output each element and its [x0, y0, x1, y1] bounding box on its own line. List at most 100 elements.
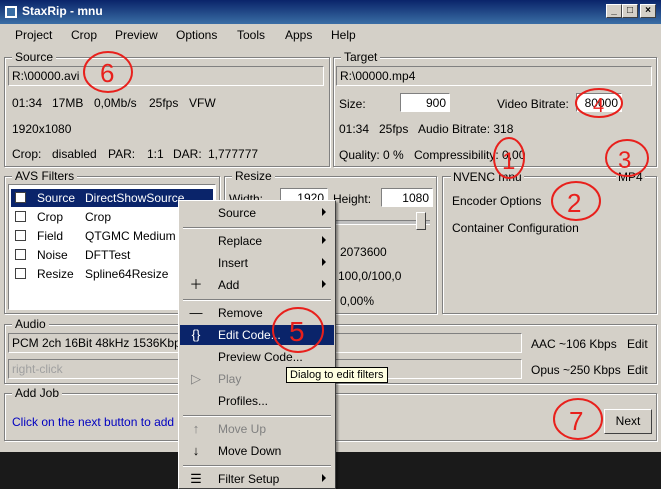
- filter-checkbox[interactable]: [15, 230, 26, 241]
- source-crop-value: disabled: [52, 147, 97, 161]
- menu-item-replace-label: Replace: [218, 234, 263, 248]
- app-icon: [4, 5, 18, 19]
- menu-project[interactable]: Project: [15, 28, 52, 42]
- minus-icon: —: [189, 305, 203, 320]
- submenu-arrow-icon: [322, 208, 326, 216]
- source-path-field[interactable]: R:\00000.avi: [8, 66, 324, 86]
- filter-checkbox[interactable]: ✓: [15, 192, 26, 203]
- menu-separator: [183, 465, 331, 467]
- quality-text: Quality: 0 %: [339, 148, 404, 162]
- source-crop-label: Crop:: [12, 147, 42, 161]
- source-duration: 01:34: [12, 96, 43, 110]
- container-name[interactable]: MP4: [616, 170, 645, 184]
- source-size: 17MB: [52, 96, 84, 110]
- menu-item-remove-label: Remove: [218, 306, 263, 320]
- filter-category: Noise: [37, 248, 68, 262]
- maximize-button[interactable]: □: [622, 4, 638, 18]
- minimize-button[interactable]: _: [606, 4, 622, 18]
- audio-bitrate-text: Audio Bitrate: 318: [418, 122, 514, 136]
- menu-item-insert-label: Insert: [218, 256, 249, 270]
- filter-context-menu: Source Replace Insert ＋ Add — Remove {} …: [178, 200, 336, 489]
- menu-item-edit-code-label: Edit Code...: [218, 328, 281, 342]
- menu-tools[interactable]: Tools: [237, 28, 265, 42]
- resize-height-label: Height:: [333, 192, 372, 206]
- filter-category: Crop: [37, 210, 64, 224]
- target-size-input[interactable]: 900: [400, 93, 450, 112]
- source-dar-value: 1,777777: [208, 147, 259, 161]
- add-job-hint: Click on the next button to add: [12, 415, 175, 429]
- avs-filters-label: AVS Filters: [12, 169, 78, 183]
- container-config-link[interactable]: Container Configuration: [452, 221, 579, 235]
- menu-item-edit-code[interactable]: {} Edit Code...: [180, 325, 334, 345]
- encoder-name[interactable]: NVENC mnu: [451, 170, 524, 184]
- video-bitrate-label: Video Bitrate:: [497, 97, 569, 111]
- filter-name: Spline64Resize: [85, 267, 169, 281]
- resize-slider-thumb[interactable]: [416, 212, 426, 230]
- filter-category: Source: [37, 191, 76, 205]
- target-fps: 25fps: [379, 122, 409, 136]
- audio-track2-codec[interactable]: Opus ~250 Kbps: [531, 363, 621, 377]
- menu-item-profiles[interactable]: Profiles...: [180, 391, 334, 411]
- menu-item-preview-code-label: Preview Code...: [218, 350, 303, 364]
- source-group-label: Source: [12, 50, 57, 64]
- submenu-arrow-icon: [322, 236, 326, 244]
- source-bitrate: 0,0Mb/s: [94, 96, 137, 110]
- video-bitrate-input[interactable]: 80000: [576, 93, 622, 112]
- menu-preview[interactable]: Preview: [115, 28, 158, 42]
- menu-item-move-down-label: Move Down: [218, 444, 282, 458]
- filter-name: QTGMC Medium: [85, 229, 176, 243]
- resize-group-label: Resize: [232, 169, 275, 183]
- menu-crop[interactable]: Crop: [71, 28, 97, 42]
- resize-height-input[interactable]: 1080: [381, 188, 433, 207]
- filter-name: Crop: [85, 210, 112, 224]
- filter-category: Resize: [37, 267, 74, 281]
- resize-error: 0,00%: [340, 294, 375, 308]
- menu-item-insert[interactable]: Insert: [180, 253, 334, 273]
- source-par-value: 1:1: [147, 147, 164, 161]
- menu-options[interactable]: Options: [176, 28, 217, 42]
- menu-item-move-up-label: Move Up: [218, 422, 267, 436]
- source-par-label: PAR:: [108, 147, 136, 161]
- filter-category: Field: [37, 229, 64, 243]
- source-fps: 25fps: [149, 96, 179, 110]
- filter-checkbox[interactable]: [15, 268, 26, 279]
- menu-item-source[interactable]: Source: [180, 203, 334, 223]
- menu-item-add[interactable]: ＋ Add: [180, 275, 334, 295]
- menu-item-move-up: ↑ Move Up: [180, 419, 334, 439]
- encoder-options-link[interactable]: Encoder Options: [452, 194, 541, 208]
- audio-track2-edit[interactable]: Edit: [627, 363, 648, 377]
- list-icon: ☰: [190, 471, 202, 486]
- resize-zoom: 100,0/100,0: [338, 269, 402, 283]
- audio-track1-codec[interactable]: AAC ~106 Kbps: [531, 337, 617, 351]
- plus-icon: ＋: [189, 277, 203, 292]
- arrow-up-icon: ↑: [192, 421, 200, 436]
- menu-item-move-down[interactable]: ↓ Move Down: [180, 441, 334, 461]
- resize-pixels: 2073600: [340, 245, 387, 259]
- menu-item-remove[interactable]: — Remove: [180, 303, 334, 323]
- audio-track1-edit[interactable]: Edit: [627, 337, 648, 351]
- source-resolution: 1920x1080: [12, 122, 72, 136]
- menu-item-preview-code[interactable]: Preview Code...: [180, 347, 334, 367]
- menu-help[interactable]: Help: [331, 28, 356, 42]
- menu-separator: [183, 415, 331, 417]
- submenu-arrow-icon: [322, 258, 326, 266]
- menu-item-profiles-label: Profiles...: [218, 394, 269, 408]
- menu-item-filter-setup[interactable]: ☰ Filter Setup: [180, 469, 334, 489]
- filter-checkbox[interactable]: [15, 249, 26, 260]
- target-size-label: Size:: [339, 97, 366, 111]
- title-bar[interactable]: StaxRip - mnu _ □ ×: [0, 0, 661, 24]
- tooltip: Dialog to edit filters: [286, 367, 388, 383]
- menu-item-replace[interactable]: Replace: [180, 231, 334, 251]
- filter-checkbox[interactable]: [15, 211, 26, 222]
- compressibility-text: Compressibility: 0,00: [414, 148, 526, 162]
- arrow-down-icon: ↓: [192, 443, 200, 458]
- menu-item-add-label: Add: [218, 278, 240, 292]
- target-path-field[interactable]: R:\00000.mp4: [336, 66, 652, 86]
- menu-apps[interactable]: Apps: [285, 28, 312, 42]
- filter-name: DFTTest: [85, 248, 131, 262]
- add-job-label: Add Job: [12, 386, 63, 400]
- close-button[interactable]: ×: [640, 4, 656, 18]
- next-button[interactable]: Next: [604, 409, 652, 434]
- menu-item-play-label: Play: [218, 372, 242, 386]
- target-duration: 01:34: [339, 122, 370, 136]
